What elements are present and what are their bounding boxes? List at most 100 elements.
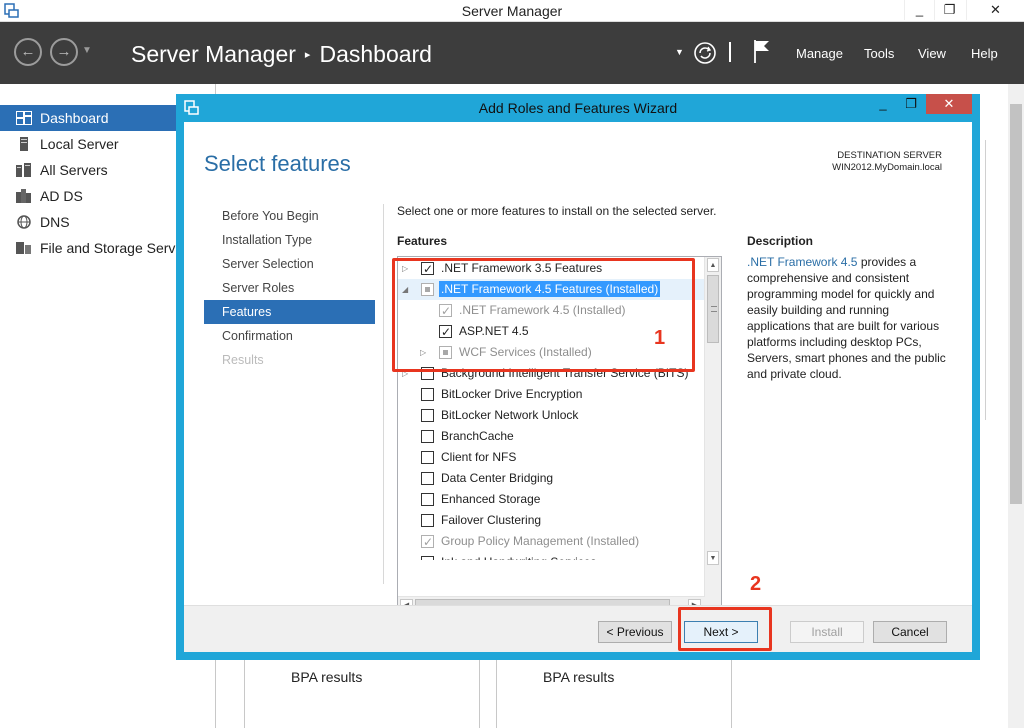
description-feature-link: .NET Framework 4.5 [747, 255, 858, 269]
cancel-button[interactable]: Cancel [873, 621, 947, 643]
close-button[interactable]: ✕ [966, 0, 1024, 20]
menu-help[interactable]: Help [971, 46, 998, 61]
bpa-results-label[interactable]: BPA results [291, 669, 362, 685]
previous-button[interactable]: < Previous [598, 621, 672, 643]
back-button[interactable]: ← [14, 38, 42, 66]
wizard-title: Add Roles and Features Wizard [478, 100, 678, 116]
destination-server-info: DESTINATION SERVER WIN2012.MyDomain.loca… [832, 150, 942, 174]
install-button: Install [790, 621, 864, 643]
minimize-button[interactable]: _ [904, 0, 934, 20]
window-titlebar: Server Manager _ ❐ ✕ [0, 0, 1024, 22]
sidebar-item-ad-ds[interactable]: AD DS [0, 183, 180, 209]
wizard-close-button[interactable]: ✕ [926, 94, 972, 114]
notifications-flag-icon[interactable] [752, 38, 772, 64]
tree-item-gpmc[interactable]: Group Policy Management (Installed) [398, 531, 705, 553]
step-features[interactable]: Features [204, 300, 375, 324]
checkbox[interactable] [421, 409, 434, 422]
checkbox[interactable] [421, 556, 434, 560]
step-installation-type[interactable]: Installation Type [204, 228, 375, 252]
forward-button[interactable]: → [50, 38, 78, 66]
tree-item-dcb[interactable]: Data Center Bridging [398, 468, 705, 489]
menu-view[interactable]: View [918, 46, 946, 61]
sidebar-item-local-server[interactable]: Local Server [0, 131, 180, 157]
tree-item-enhanced-storage[interactable]: Enhanced Storage [398, 489, 705, 510]
sidebar-item-all-servers[interactable]: All Servers [0, 157, 180, 183]
grip-icon [711, 306, 717, 312]
step-confirmation[interactable]: Confirmation [204, 324, 375, 348]
annotation-box-features [392, 258, 695, 372]
step-before-you-begin[interactable]: Before You Begin [204, 204, 375, 228]
annotation-number-1: 1 [654, 327, 666, 349]
file-storage-icon [16, 242, 31, 254]
feature-label[interactable]: BitLocker Drive Encryption [441, 384, 582, 405]
tree-vertical-scrollbar[interactable]: ▲ ▼ [704, 257, 721, 613]
checkbox[interactable] [421, 514, 434, 527]
sidebar-item-label: Dashboard [40, 110, 109, 126]
menu-manage[interactable]: Manage [796, 46, 843, 61]
main-scrollbar-thumb[interactable] [1010, 104, 1022, 504]
sidebar-item-file-storage[interactable]: File and Storage Services [0, 235, 180, 261]
feature-label[interactable]: Enhanced Storage [441, 489, 540, 510]
main-scrollbar[interactable] [1008, 84, 1024, 728]
all-servers-icon [16, 163, 31, 177]
tree-item-nfs-client[interactable]: Client for NFS [398, 447, 705, 468]
sidebar-item-label: File and Storage Services [40, 240, 180, 256]
history-dropdown-icon[interactable]: ▼ [82, 45, 92, 56]
tree-item-bitlocker-unlock[interactable]: BitLocker Network Unlock [398, 405, 705, 426]
page-title: Select features [204, 151, 351, 176]
dashboard-icon [16, 111, 32, 125]
header-divider [729, 42, 731, 62]
forward-arrow-icon: → [56, 43, 72, 60]
sidebar-item-label: All Servers [40, 162, 108, 178]
step-server-selection[interactable]: Server Selection [204, 252, 375, 276]
checkbox[interactable] [421, 472, 434, 485]
checkbox[interactable] [421, 493, 434, 506]
scroll-up-icon[interactable]: ▲ [707, 258, 719, 272]
wizard-footer: < Previous Next > Install Cancel [184, 605, 972, 652]
wizard-body: Select features DESTINATION SERVER WIN20… [184, 122, 972, 652]
step-results: Results [222, 353, 264, 367]
refresh-icon[interactable] [693, 41, 717, 65]
wizard-minimize-button[interactable]: _ [870, 94, 896, 114]
feature-label[interactable]: Group Policy Management (Installed) [441, 531, 639, 552]
steps-divider [383, 204, 384, 584]
sidebar-item-dashboard[interactable]: Dashboard [0, 105, 180, 131]
wizard-steps-nav: Before You Begin Installation Type Serve… [204, 204, 375, 372]
scroll-thumb[interactable] [707, 275, 719, 343]
wizard-titlebar: Add Roles and Features Wizard _ ❐ ✕ [176, 94, 980, 122]
menu-tools[interactable]: Tools [864, 46, 894, 61]
features-heading: Features [397, 234, 448, 248]
tree-item-bitlocker[interactable]: BitLocker Drive Encryption [398, 384, 705, 405]
feature-label[interactable]: Ink and Handwriting Services [441, 552, 596, 560]
feature-label[interactable]: BitLocker Network Unlock [441, 405, 578, 426]
breadcrumb: Server Manager ▸ Dashboard [131, 41, 432, 68]
breadcrumb-current: Dashboard [319, 41, 432, 67]
ad-ds-icon [16, 189, 31, 203]
main-panel-card-edge [985, 140, 986, 420]
checkbox[interactable] [421, 451, 434, 464]
tree-item-ink[interactable]: Ink and Handwriting Services [398, 552, 705, 560]
step-server-roles[interactable]: Server Roles [204, 276, 375, 300]
sidebar-item-dns[interactable]: DNS [0, 209, 180, 235]
tree-item-branchcache[interactable]: BranchCache [398, 426, 705, 447]
description-heading: Description [747, 234, 814, 248]
checkbox [421, 532, 434, 553]
scroll-down-icon[interactable]: ▼ [707, 551, 719, 565]
feature-label[interactable]: Data Center Bridging [441, 468, 553, 489]
refresh-dropdown-icon[interactable]: ▼ [675, 47, 684, 57]
sidebar-item-label: AD DS [40, 188, 83, 204]
checkbox[interactable] [421, 430, 434, 443]
sidebar-item-label: DNS [40, 214, 70, 230]
checkbox[interactable] [421, 388, 434, 401]
tree-item-failover[interactable]: Failover Clustering [398, 510, 705, 531]
window-title: Server Manager [461, 3, 563, 19]
feature-label[interactable]: BranchCache [441, 426, 514, 447]
maximize-button[interactable]: ❐ [934, 0, 964, 20]
description-text: .NET Framework 4.5 provides a comprehens… [747, 254, 952, 382]
sidebar: Dashboard Local Server All Servers AD DS… [0, 105, 180, 261]
sidebar-item-label: Local Server [40, 136, 119, 152]
bpa-results-label[interactable]: BPA results [543, 669, 614, 685]
feature-label[interactable]: Failover Clustering [441, 510, 541, 531]
feature-label[interactable]: Client for NFS [441, 447, 516, 468]
wizard-maximize-button[interactable]: ❐ [898, 94, 924, 114]
